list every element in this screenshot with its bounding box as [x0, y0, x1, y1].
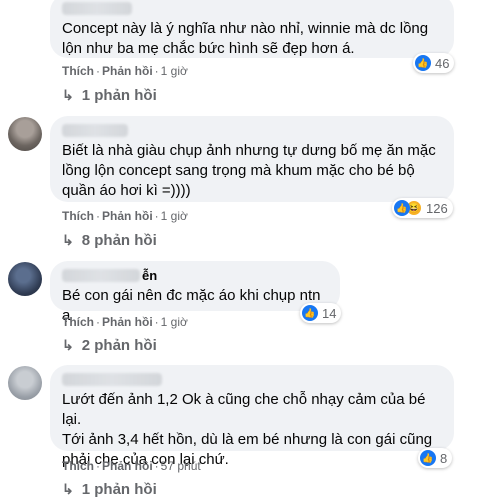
like-button[interactable]: Thích	[62, 209, 94, 223]
comment-text-line: Lướt đến ảnh 1,2 Ok à cũng che chỗ nhạy …	[62, 391, 426, 428]
reply-arrow-icon: ↳	[62, 87, 74, 103]
replies-count-label: 2 phản hồi	[81, 337, 157, 354]
comment-text-line: Biết là nhà giàu chụp ảnh nhưng tự dưng …	[62, 142, 436, 159]
avatar[interactable]	[8, 366, 42, 400]
commenter-name-blurred	[62, 124, 128, 137]
like-icon: 👍	[394, 200, 410, 216]
reaction-count: 46	[435, 55, 450, 71]
avatar[interactable]	[8, 117, 42, 151]
view-replies-button[interactable]: ↳ 1 phản hồi	[62, 87, 157, 104]
view-replies-button[interactable]: ↳ 1 phản hồi	[62, 481, 157, 497]
commenter-name-blurred	[62, 373, 162, 386]
reply-arrow-icon: ↳	[62, 337, 74, 353]
comment-bubble: ễn Bé con gái nên đc mặc áo khi chụp ntn…	[50, 261, 340, 324]
commenter-name-tail[interactable]: ễn	[142, 266, 157, 286]
reaction-count: 126	[426, 200, 448, 216]
comment-actions: Thích · Phản hồi · 1 giờ	[62, 64, 188, 78]
replies-count-label: 8 phản hồi	[81, 232, 157, 249]
comment-text-line: quần áo hơi kì =))))	[62, 182, 191, 199]
comment-bubble: Biết là nhà giàu chụp ảnh nhưng tự dưng …	[50, 116, 454, 202]
comment-actions: Thích · Phản hồi · 1 giờ	[62, 209, 188, 223]
like-icon: 👍	[415, 55, 431, 71]
comment-bubble: Lướt đến ảnh 1,2 Ok à cũng che chỗ nhạy …	[50, 365, 454, 468]
reaction-summary[interactable]: 👍 14	[300, 303, 342, 323]
comment-time[interactable]: 1 giờ	[161, 315, 188, 329]
reply-button[interactable]: Phản hồi	[102, 459, 153, 473]
comment-text-line: lồng lộn concept sang trọng mà khum mặc …	[62, 162, 415, 179]
reply-button[interactable]: Phản hồi	[102, 64, 153, 78]
replies-count-label: 1 phản hồi	[81, 481, 157, 497]
like-button[interactable]: Thích	[62, 459, 94, 473]
reply-button[interactable]: Phản hồi	[102, 315, 153, 329]
like-button[interactable]: Thích	[62, 315, 94, 329]
like-button[interactable]: Thích	[62, 64, 94, 78]
reply-arrow-icon: ↳	[62, 232, 74, 248]
comment-time[interactable]: 1 giờ	[161, 64, 188, 78]
avatar[interactable]	[8, 262, 42, 296]
reaction-summary[interactable]: 👍 😆 126	[392, 198, 453, 218]
comment-bubble: Concept này là ý nghĩa như nào nhỉ, winn…	[50, 0, 454, 58]
reply-arrow-icon: ↳	[62, 481, 74, 497]
replies-count-label: 1 phản hồi	[81, 87, 157, 104]
reaction-count: 8	[440, 450, 448, 466]
comment-time[interactable]: 57 phút	[161, 459, 201, 473]
commenter-name-blurred	[62, 269, 140, 282]
comment-text-line: Concept này là ý nghĩa như nào nhỉ, winn…	[62, 20, 429, 37]
reply-button[interactable]: Phản hồi	[102, 209, 153, 223]
reaction-count: 14	[322, 305, 337, 321]
comment-time[interactable]: 1 giờ	[161, 209, 188, 223]
like-icon: 👍	[302, 305, 318, 321]
comment-text-line: lộn như ba mẹ chắc bức hình sẽ đẹp hơn á…	[62, 40, 355, 57]
comment-actions: Thích · Phản hồi · 1 giờ	[62, 315, 188, 329]
reaction-summary[interactable]: 👍 8	[418, 448, 453, 468]
comment-actions: Thích · Phản hồi · 57 phút	[62, 459, 201, 473]
comment-text-line: Tới ảnh 3,4 hết hồn, dù là em bé nhưng l…	[62, 431, 433, 448]
view-replies-button[interactable]: ↳ 2 phản hồi	[62, 337, 157, 354]
like-icon: 👍	[420, 450, 436, 466]
view-replies-button[interactable]: ↳ 8 phản hồi	[62, 232, 157, 249]
commenter-name-blurred	[62, 2, 132, 15]
reaction-summary[interactable]: 👍 46	[413, 53, 455, 73]
